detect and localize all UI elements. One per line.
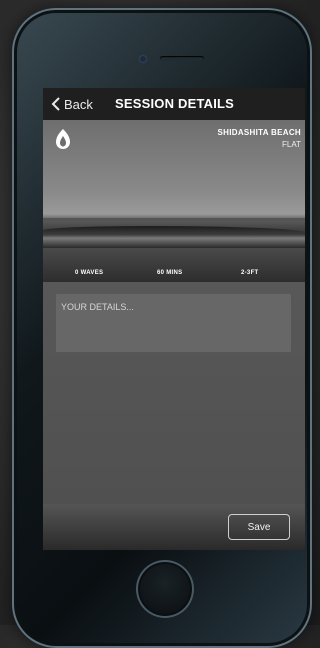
horizon [43,218,305,221]
front-camera [140,56,146,62]
home-button[interactable] [136,560,194,618]
details-input[interactable]: YOUR DETAILS... [56,294,291,352]
save-button[interactable]: Save [228,514,290,540]
footer-bar: Save [43,504,305,550]
earpiece-speaker [160,56,204,61]
stat-waves: 0 WAVES [75,270,104,276]
page-title: SESSION DETAILS [115,96,235,111]
spot-name: SHIDASHITA BEACH [217,128,301,137]
shore-foam [43,248,305,282]
stat-duration: 60 MINS [157,270,183,276]
back-label: Back [64,96,93,112]
wave-shape [43,226,305,248]
spot-conditions: FLAT [282,140,301,149]
content-area: YOUR DETAILS... [43,282,305,504]
stat-wave-size: 2-3FT [241,270,259,276]
chevron-left-icon [51,97,60,111]
brand-logo-icon [56,129,70,149]
back-button[interactable]: Back [51,88,93,120]
navigation-bar: Back SESSION DETAILS [43,88,305,120]
session-photo: SHIDASHITA BEACH FLAT 0 WAVES 60 MINS 2-… [43,120,305,282]
details-placeholder: YOUR DETAILS... [61,302,134,312]
app-screen: Back SESSION DETAILS SHIDASHITA BEACH FL… [43,88,305,550]
